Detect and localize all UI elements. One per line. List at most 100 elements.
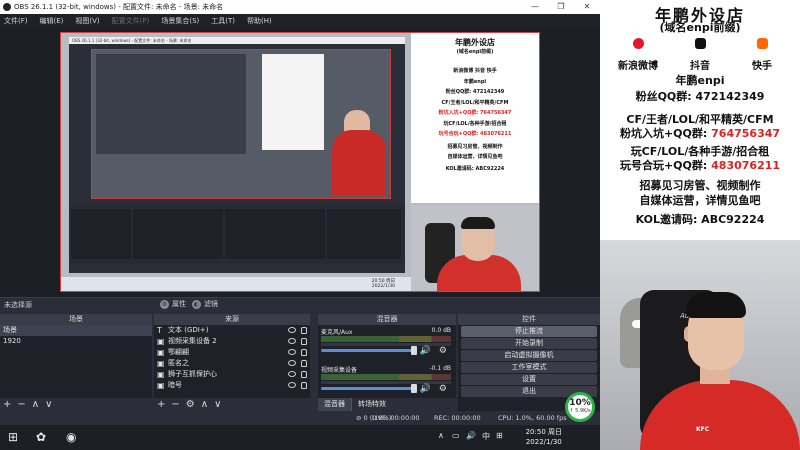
- volume-meter-secondary: [321, 381, 451, 384]
- eye-icon[interactable]: [288, 371, 296, 377]
- menu-view[interactable]: 视图(V): [75, 16, 99, 26]
- shop-subtitle: (域名enpi前缀): [659, 21, 741, 34]
- start-recording-button[interactable]: 开始录制: [461, 338, 597, 349]
- lock-icon[interactable]: [301, 327, 307, 334]
- menu-scene-collection[interactable]: 场景集合(S): [161, 16, 199, 26]
- source-item[interactable]: ▣ 匿名之: [154, 358, 310, 369]
- volume-icon[interactable]: 🔊: [466, 431, 476, 440]
- move-source-down-button[interactable]: ∨: [214, 398, 221, 411]
- shirt-logo: KFC: [696, 426, 710, 433]
- battery-icon[interactable]: ▭: [452, 431, 460, 440]
- gear-icon: ⚙: [160, 300, 169, 309]
- filters-button[interactable]: ◐ 滤镜: [192, 299, 218, 310]
- speaker-icon[interactable]: 🔊: [420, 384, 431, 394]
- scene-item[interactable]: 场景: [0, 325, 152, 336]
- windows-start-icon[interactable]: ⊞: [8, 430, 18, 445]
- source-label: 文本 (GDI+): [168, 326, 209, 334]
- scenes-header: 场景: [0, 314, 152, 325]
- controls-header: 控件: [458, 314, 600, 325]
- pit-label: 粉坑入坑+QQ群:: [619, 127, 708, 140]
- webcam-feed: AutoFull KFC: [600, 240, 800, 450]
- volume-meter: [321, 336, 451, 342]
- nested-card-line: 粉丝QQ群: 472142349: [445, 89, 505, 95]
- weibo-label: 新浪微博: [618, 61, 658, 72]
- sources-dock: 来源 T 文本 (GDI+) ▣ 视频采集设备 2 ▣ 鄂翩翩 ▣ 匿名之 ▣ …: [154, 314, 310, 411]
- add-source-button[interactable]: +: [157, 398, 165, 411]
- image-source-icon: ▣: [157, 370, 165, 379]
- minimize-button[interactable]: —: [522, 0, 548, 14]
- image-source-icon: ▣: [157, 348, 165, 357]
- app-icon[interactable]: ✿: [36, 430, 46, 445]
- tray-expand-icon[interactable]: ∧: [438, 431, 444, 440]
- properties-button[interactable]: ⚙ 属性: [160, 299, 186, 310]
- gear-icon[interactable]: ⚙: [439, 384, 447, 394]
- lock-icon[interactable]: [301, 371, 307, 378]
- close-button[interactable]: ✕: [574, 0, 600, 14]
- nested-dock-sources: [133, 209, 223, 259]
- cpu-fps: CPU: 1.0%, 60.00 fps: [498, 414, 567, 422]
- maximize-button[interactable]: ❐: [548, 0, 574, 14]
- move-scene-down-button[interactable]: ∨: [45, 398, 52, 411]
- volume-slider[interactable]: [321, 387, 415, 390]
- volume-slider-handle[interactable]: [411, 346, 417, 355]
- title-bar[interactable]: OBS 26.1.1 (32-bit, windows) - 配置文件: 未命名…: [0, 0, 600, 14]
- volume-meter-secondary: [321, 343, 451, 346]
- scene-item[interactable]: 1920: [0, 336, 152, 347]
- source-label: 暗号: [168, 381, 182, 389]
- gear-icon[interactable]: ⚙: [439, 346, 447, 356]
- docks: 场景 场景 1920 + − ∧ ∨ 来源 T 文本 (GDI+) ▣ 视频采集…: [0, 314, 600, 411]
- move-source-up-button[interactable]: ∧: [201, 398, 208, 411]
- menu-profile[interactable]: 配置文件(P): [112, 16, 150, 26]
- studio-mode-button[interactable]: 工作室模式: [461, 362, 597, 373]
- ime-mode-icon[interactable]: ⊞: [496, 431, 503, 440]
- menu-edit[interactable]: 编辑(E): [40, 16, 64, 26]
- eye-icon[interactable]: [288, 327, 296, 333]
- settings-button[interactable]: 设置: [461, 374, 597, 385]
- lock-icon[interactable]: [301, 382, 307, 389]
- preview-canvas[interactable]: OBS 26.1.1 (32-bit, windows) - 配置文件: 未命名…: [60, 32, 540, 292]
- speaker-icon[interactable]: 🔊: [420, 346, 431, 356]
- add-scene-button[interactable]: +: [3, 398, 11, 411]
- source-item[interactable]: T 文本 (GDI+): [154, 325, 310, 336]
- menu-help[interactable]: 帮助(H): [247, 16, 272, 26]
- camera-source-icon: ▣: [157, 337, 165, 346]
- source-toolbar: 未选择源 ⚙ 属性 ◐ 滤镜: [0, 297, 600, 310]
- remove-scene-button[interactable]: −: [17, 398, 25, 411]
- window-title: OBS 26.1.1 (32-bit, windows) - 配置文件: 未命名…: [14, 3, 224, 11]
- obs-taskbar-icon[interactable]: ◉: [66, 430, 76, 445]
- source-item[interactable]: ▣ 视频采集设备 2: [154, 336, 310, 347]
- handle: 年鹏enpi: [675, 74, 725, 87]
- nested-dock-scenes: [71, 209, 131, 259]
- system-clock[interactable]: 20:50 周日 2022/1/30: [526, 427, 562, 447]
- eye-icon[interactable]: [288, 338, 296, 344]
- pit-qq-number: 764756347: [711, 127, 781, 140]
- tab-transitions[interactable]: 转场特效: [351, 398, 392, 411]
- lock-icon[interactable]: [301, 338, 307, 345]
- volume-slider-handle[interactable]: [411, 384, 417, 393]
- no-source-selected-label: 未选择源: [4, 301, 32, 309]
- lock-icon[interactable]: [301, 349, 307, 356]
- eye-icon[interactable]: [288, 349, 296, 355]
- eye-icon[interactable]: [288, 382, 296, 388]
- menu-file[interactable]: 文件(F): [4, 16, 28, 26]
- ime-indicator[interactable]: 中: [482, 431, 490, 442]
- source-item[interactable]: ▣ 暗号: [154, 380, 310, 391]
- image-source-icon: ▣: [157, 381, 165, 390]
- source-item[interactable]: ▣ 鄂翩翩: [154, 347, 310, 358]
- stop-streaming-button[interactable]: 停止推流: [461, 326, 597, 337]
- volume-slider[interactable]: [321, 349, 415, 352]
- properties-label: 属性: [172, 300, 186, 308]
- remove-source-button[interactable]: −: [171, 398, 179, 411]
- source-item[interactable]: ▣ 狮子互抓保护心: [154, 369, 310, 380]
- nested-person-hair: [461, 217, 495, 229]
- nested-obs-window: OBS 26.1.1 (32-bit, windows) - 配置文件: 未命名…: [69, 37, 405, 273]
- lock-icon[interactable]: [301, 360, 307, 367]
- start-virtual-camera-button[interactable]: 启动虚拟摄像机: [461, 350, 597, 361]
- menu-tools[interactable]: 工具(T): [211, 16, 235, 26]
- nested-preview: [91, 49, 391, 199]
- move-scene-up-button[interactable]: ∧: [32, 398, 39, 411]
- source-label: 鄂翩翩: [168, 348, 189, 356]
- source-properties-button[interactable]: ⚙: [186, 398, 195, 411]
- tab-mixer[interactable]: 混音器: [318, 398, 351, 411]
- eye-icon[interactable]: [288, 360, 296, 366]
